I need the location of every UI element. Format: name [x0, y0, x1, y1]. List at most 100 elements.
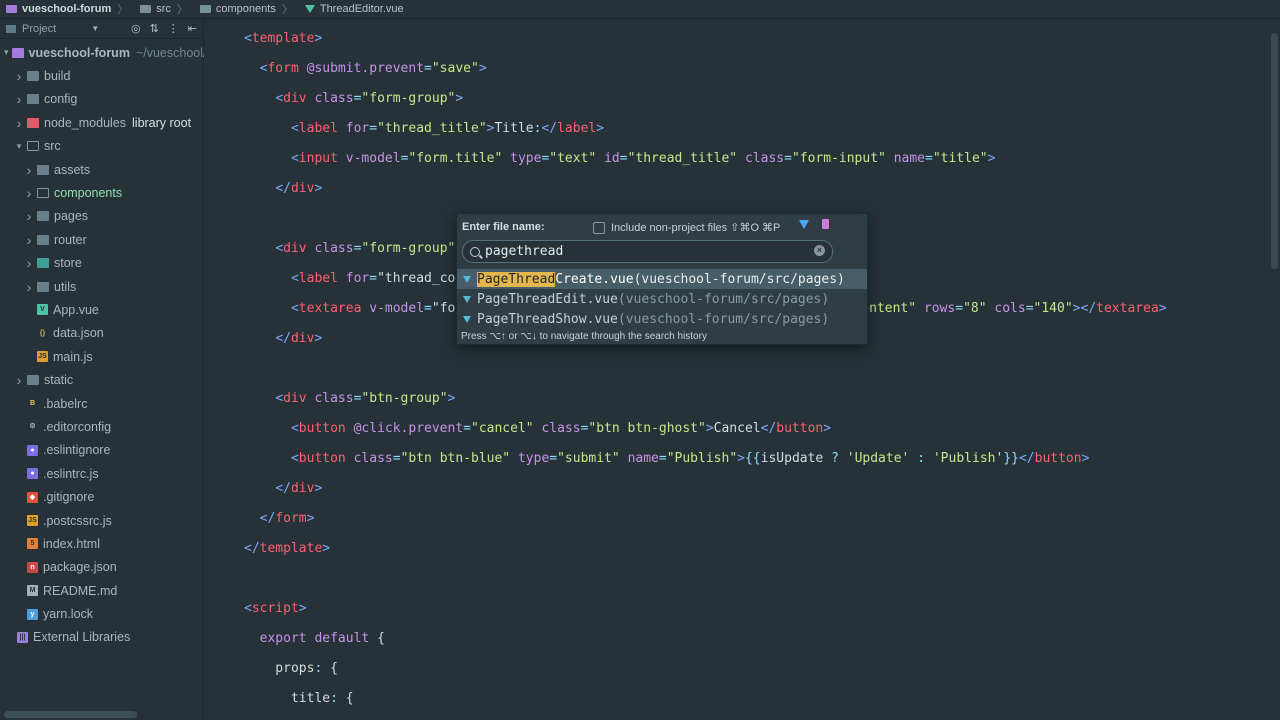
file-search-input[interactable]	[485, 244, 785, 259]
tree-item-label: data.json	[53, 326, 104, 341]
tree-root[interactable]: ▾ vueschool-forum ~/vueschool/	[0, 41, 206, 64]
include-non-project-checkbox[interactable]: Include non-project files ⇧⌘O ⌘P	[593, 221, 780, 234]
tree-item[interactable]: y yarn.lock	[0, 602, 203, 625]
collapse-all-icon[interactable]: ⇅	[150, 22, 159, 35]
code-line[interactable]: <div class="form-group">	[244, 84, 1089, 114]
tree-item-label: .eslintignore	[43, 443, 111, 458]
tree-item[interactable]: n package.json	[0, 556, 203, 579]
tree-item-label: node_modules	[44, 115, 127, 130]
tree-item[interactable]: › utils	[0, 275, 203, 298]
code-line[interactable]	[244, 354, 1089, 384]
code-line[interactable]: <input v-model="form.title" type="text" …	[244, 144, 1089, 174]
tree-item[interactable]: ● .eslintrc.js	[0, 462, 203, 485]
code-area[interactable]: <template> <form @submit.prevent="save">…	[244, 24, 1167, 714]
chevron-right-icon[interactable]: ›	[24, 279, 34, 295]
breadcrumb-project[interactable]: vueschool-forum 〉	[0, 0, 134, 18]
git-file-icon: ◆	[27, 491, 38, 503]
tree-item[interactable]: ● .eslintignore	[0, 439, 203, 462]
code-line[interactable]: <template>	[244, 24, 1089, 54]
chevron-down-icon[interactable]: ▾	[4, 47, 9, 58]
tree-item[interactable]: › pages	[0, 205, 203, 228]
project-view-header: Project ▼ ◎ ⇅ ⋮ ⇤	[0, 19, 203, 39]
tree-item[interactable]: {} data.json	[0, 322, 203, 345]
tree-item[interactable]: › config	[0, 88, 203, 111]
chevron-right-icon[interactable]: ›	[14, 68, 24, 84]
chevron-right-icon[interactable]: ›	[14, 372, 24, 388]
filter-icon[interactable]	[799, 220, 809, 229]
tree-item[interactable]: › components	[0, 181, 203, 204]
project-tree[interactable]: ▾ vueschool-forum ~/vueschool/ › build › co…	[0, 41, 206, 649]
horizontal-scrollbar[interactable]	[4, 711, 137, 718]
project-view-selector[interactable]: Project	[22, 23, 56, 35]
code-line[interactable]: export default {	[244, 624, 1089, 654]
settings-menu-icon[interactable]: ⋮	[168, 22, 179, 35]
code-line[interactable]: title: {	[244, 684, 1089, 714]
clear-icon[interactable]: ×	[814, 245, 825, 256]
breadcrumb-file[interactable]: ThreadEditor.vue	[299, 0, 410, 18]
code-line[interactable]: <button @click.prevent="cancel" class="b…	[244, 414, 1089, 444]
code-line[interactable]: props: {	[244, 654, 1089, 684]
file-search-field[interactable]: ×	[462, 240, 833, 263]
tree-item-label: components	[54, 186, 123, 201]
tree-item[interactable]: › node_modules library root	[0, 111, 203, 134]
vue-file-icon	[463, 275, 471, 283]
breadcrumb-label: ThreadEditor.vue	[319, 3, 404, 15]
navigation-bar: vueschool-forum 〉 src 〉 components 〉 Thr…	[0, 0, 1280, 19]
results-list[interactable]: PageThread Create.vue (vueschool-forum/sr…	[457, 269, 867, 329]
tree-item[interactable]: › build	[0, 64, 203, 87]
tree-item-label: build	[44, 69, 71, 84]
tree-item[interactable]: › router	[0, 228, 203, 251]
folder-icon	[27, 375, 39, 386]
result-item[interactable]: PageThreadShow.vue (vueschool-forum/src/…	[457, 309, 867, 329]
breadcrumb-components[interactable]: components 〉	[194, 0, 299, 18]
code-line[interactable]: </form>	[244, 504, 1089, 534]
code-line[interactable]: </div>	[244, 474, 1089, 504]
tree-item-label: store	[54, 256, 82, 271]
tree-item-label: config	[44, 92, 78, 107]
chevron-down-icon[interactable]: ▼	[91, 24, 99, 33]
code-line-tail[interactable]: e="content" rows="8" cols="140"></textar…	[830, 294, 1167, 324]
chevron-right-icon[interactable]: ›	[24, 208, 34, 224]
scroll-from-source-icon[interactable]: ◎	[131, 22, 141, 35]
tree-item[interactable]: B .babelrc	[0, 392, 203, 415]
chevron-right-icon[interactable]: ›	[24, 162, 34, 178]
chevron-right-icon[interactable]: ›	[24, 232, 34, 248]
tree-item[interactable]: JS main.js	[0, 345, 203, 368]
chevron-right-icon[interactable]: ›	[14, 115, 24, 131]
chevron-down-icon[interactable]: ▾	[14, 141, 24, 152]
code-line[interactable]: </div>	[244, 174, 1089, 204]
code-line[interactable]	[244, 564, 1089, 594]
tree-item[interactable]: ◆ .gitignore	[0, 485, 203, 508]
chevron-right-icon[interactable]: ›	[24, 185, 34, 201]
tree-item[interactable]: › assets	[0, 158, 203, 181]
code-line[interactable]: <form @submit.prevent="save">	[244, 54, 1089, 84]
tree-item[interactable]: › static	[0, 368, 203, 391]
tree-item-label: App.vue	[53, 302, 99, 317]
tree-item[interactable]: ⚙ .editorconfig	[0, 415, 203, 438]
tree-item[interactable]: JS .postcssrc.js	[0, 509, 203, 532]
code-line[interactable]: <div class="btn-group">	[244, 384, 1089, 414]
result-match-highlight: PageThread	[477, 271, 556, 287]
tree-item[interactable]: V App.vue	[0, 298, 203, 321]
tree-item[interactable]: › store	[0, 252, 203, 275]
vertical-scrollbar[interactable]	[1271, 33, 1278, 269]
code-line[interactable]: <button class="btn btn-blue" type="submi…	[244, 444, 1089, 474]
code-line[interactable]: <label for="thread_title">Title:</label>	[244, 114, 1089, 144]
folder-icon	[27, 71, 39, 82]
hide-panel-icon[interactable]: ⇤	[188, 22, 197, 35]
code-editor[interactable]: <template> <form @submit.prevent="save">…	[204, 19, 1280, 720]
tree-item[interactable]: ▾ src	[0, 135, 203, 158]
checkbox-icon[interactable]	[593, 221, 605, 234]
tree-item-label: assets	[54, 162, 91, 177]
code-line[interactable]: </template>	[244, 534, 1089, 564]
breadcrumb-src[interactable]: src 〉	[134, 0, 194, 18]
tree-item[interactable]: 5 index.html	[0, 532, 203, 555]
pin-icon[interactable]	[822, 219, 829, 229]
chevron-right-icon[interactable]: ›	[24, 255, 34, 271]
chevron-right-icon[interactable]: ›	[14, 91, 24, 107]
code-line[interactable]: <script>	[244, 594, 1089, 624]
result-item[interactable]: PageThread Create.vue (vueschool-forum/sr…	[457, 269, 867, 289]
tree-item[interactable]: ||| External Libraries	[0, 626, 203, 649]
tree-item[interactable]: M README.md	[0, 579, 203, 602]
result-item[interactable]: PageThreadEdit.vue (vueschool-forum/src/…	[457, 289, 867, 309]
